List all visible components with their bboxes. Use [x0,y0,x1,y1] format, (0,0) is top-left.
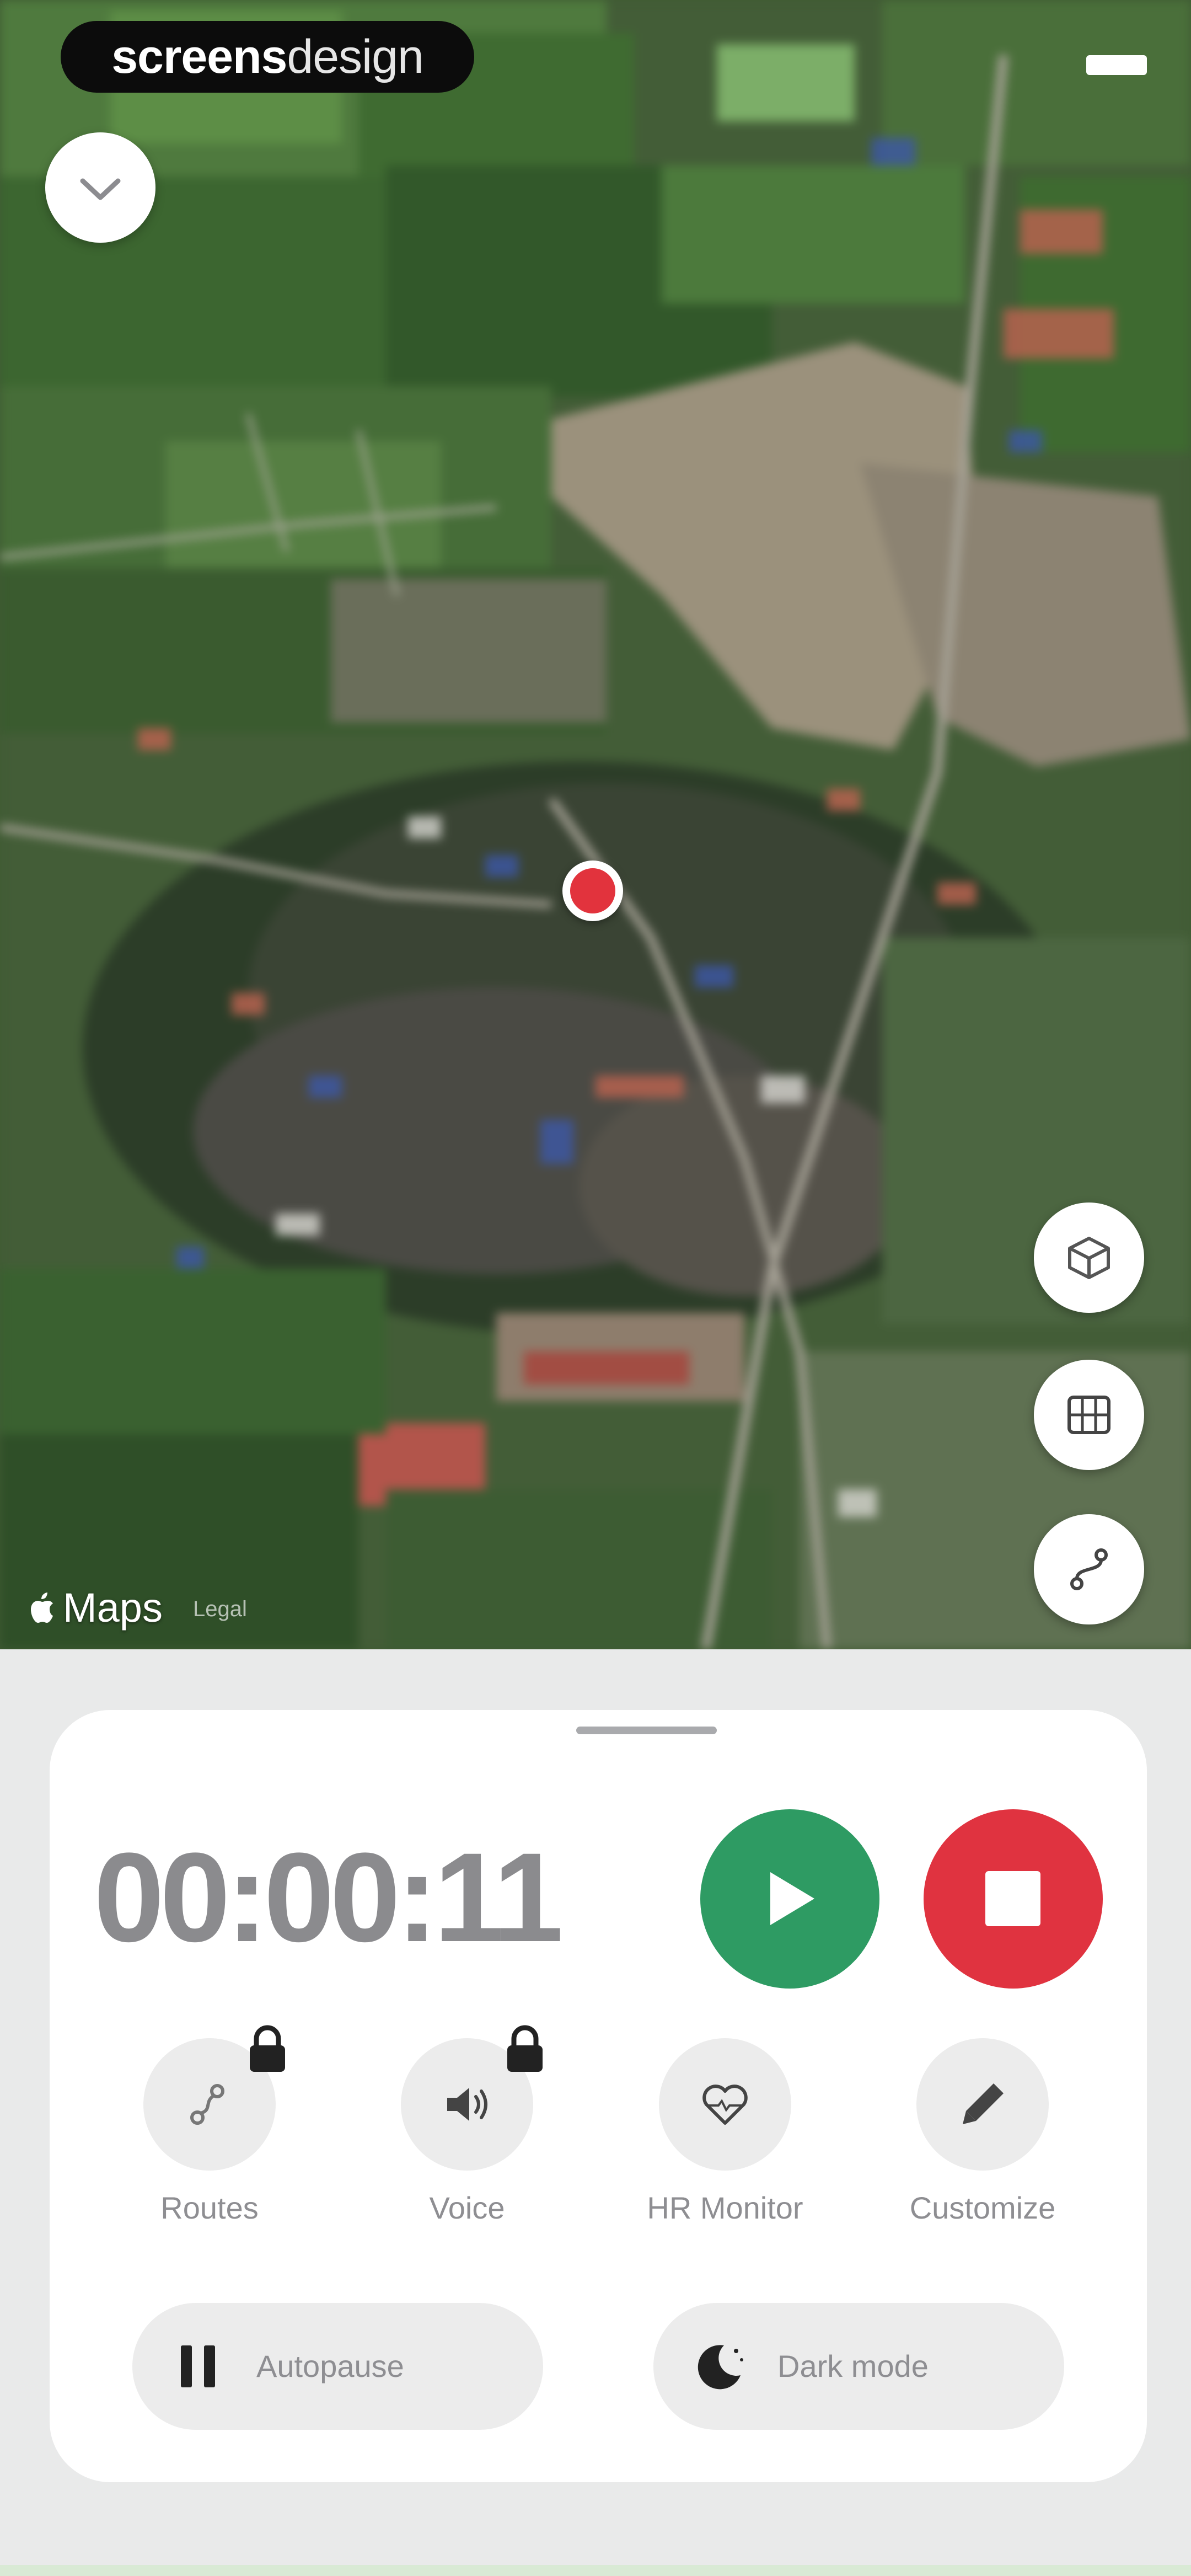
routes-label: Routes [160,2190,259,2225]
satellite-imagery [0,0,1191,1649]
play-icon [770,1872,814,1925]
moon-icon [698,2345,743,2390]
customize-button[interactable]: Customize [910,2038,1055,2225]
autopause-toggle[interactable]: Autopause [132,2303,543,2430]
lock-icon [250,2025,285,2072]
stop-button[interactable] [924,1809,1103,1989]
current-location-marker [562,861,623,921]
hr-monitor-label: HR Monitor [647,2190,803,2225]
lock-icon [507,2025,543,2072]
workout-controls-sheet: 00:00:11 Routes Voice HR Monitor Customi… [50,1710,1147,2482]
voice-circle[interactable] [401,2025,543,2171]
voice-label: Voice [429,2190,505,2225]
voice-button[interactable]: Voice [401,2025,543,2225]
routes-icon [190,2084,224,2125]
map-style-button[interactable] [1034,1203,1144,1313]
collapse-button[interactable] [45,132,155,243]
status-indicator [1086,55,1147,75]
route-icon [1070,1548,1108,1590]
apple-logo-icon [31,1592,53,1623]
hr-monitor-button[interactable]: HR Monitor [647,2038,803,2225]
screensdesign-watermark: screensdesign [61,21,474,93]
satellite-map[interactable]: screensdesign Maps Legal [0,0,1191,1649]
heart-icon [702,2085,748,2125]
chevron-down-icon [80,178,121,200]
customize-label: Customize [909,2190,1056,2225]
map-grid-icon [1067,1396,1110,1434]
routes-circle[interactable] [143,2025,285,2171]
workout-screen: screensdesign Maps Legal 00:00:11 Routes… [0,0,1191,2576]
speaker-icon [447,2088,487,2121]
apple-maps-attribution: Maps [28,1583,163,1633]
hr-monitor-circle[interactable] [659,2038,791,2171]
elapsed-time: 00:00:11 [94,1826,564,1968]
stop-icon [985,1871,1040,1926]
map-layers-button[interactable] [1034,1360,1144,1470]
cube-icon [1068,1237,1110,1279]
customize-circle[interactable] [916,2038,1049,2171]
legal-link[interactable]: Legal [193,1597,247,1622]
dark-mode-toggle[interactable]: Dark mode [653,2303,1064,2430]
route-button[interactable] [1034,1514,1144,1624]
sheet-grabber[interactable] [576,1727,717,1734]
autopause-label: Autopause [256,2349,404,2383]
pencil-icon [963,2083,1004,2124]
pause-icon [181,2345,215,2387]
bottom-edge [0,2565,1191,2576]
dark-mode-label: Dark mode [777,2349,929,2383]
routes-button[interactable]: Routes [143,2025,285,2225]
play-button[interactable] [700,1809,879,1989]
